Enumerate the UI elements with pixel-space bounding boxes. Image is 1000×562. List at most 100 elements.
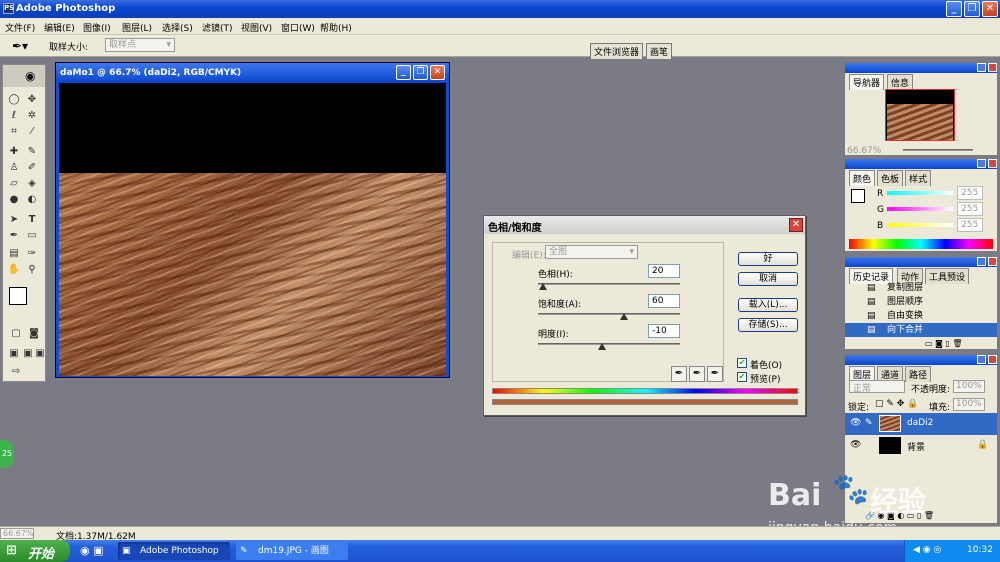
colorize-checkbox[interactable]: ✔	[737, 358, 747, 368]
menu-file[interactable]: 文件(F)	[5, 21, 35, 34]
hue-slider-track[interactable]	[538, 283, 680, 285]
saturation-input[interactable]: 60	[648, 294, 680, 308]
palette-close-button[interactable]	[988, 355, 997, 364]
hue-slider-thumb[interactable]	[539, 283, 547, 290]
minimize-button[interactable]: _	[946, 1, 962, 17]
notes-tool-icon[interactable]: ▤	[7, 247, 21, 261]
tab-navigator[interactable]: 导航器	[849, 74, 885, 90]
eyedropper-icon[interactable]: ✒	[671, 366, 687, 382]
g-slider[interactable]	[887, 207, 953, 211]
path-select-icon[interactable]: ➤	[7, 213, 21, 227]
hue-input[interactable]: 20	[648, 264, 680, 278]
image-canvas[interactable]	[59, 83, 446, 376]
preview-checkbox[interactable]: ✔	[737, 372, 747, 382]
pen-tool-icon[interactable]: ✒	[7, 229, 21, 243]
b-value[interactable]: 255	[957, 218, 983, 232]
status-zoom[interactable]: 66.67%	[0, 528, 34, 539]
zoom-tool-icon[interactable]: ⚲	[25, 263, 39, 277]
quick-launch-icons[interactable]: ◉ ▣	[80, 544, 104, 557]
cancel-button[interactable]: 取消	[738, 272, 798, 286]
history-item-selected[interactable]: ▤ 向下合并	[845, 323, 997, 337]
clone-stamp-icon[interactable]: ♙	[7, 161, 21, 175]
dodge-tool-icon[interactable]: ◐	[25, 193, 39, 207]
lightness-input[interactable]: -10	[648, 324, 680, 338]
palette-minimize-button[interactable]	[977, 355, 986, 364]
ok-button[interactable]: 好	[738, 252, 798, 266]
fill-input[interactable]: 100%	[953, 398, 985, 411]
tab-info[interactable]: 信息	[887, 74, 914, 90]
palette-close-button[interactable]	[988, 63, 997, 72]
tray-icons[interactable]: ◀ ◉ ◎	[913, 545, 941, 555]
history-brush-icon[interactable]: ✐	[25, 161, 39, 175]
eyedropper-plus-icon[interactable]: ✒	[689, 366, 705, 382]
paint-bucket-icon[interactable]: ◈	[25, 177, 39, 191]
history-footer-icons[interactable]: ▭ ◙ ▯ 🗑	[925, 339, 963, 348]
lasso-tool-icon[interactable]: ℓ	[7, 109, 21, 123]
quick-mask-icon[interactable]: ◙	[27, 327, 41, 341]
rectangle-tool-icon[interactable]: ▭	[25, 229, 39, 243]
crop-tool-icon[interactable]: ⌗	[7, 125, 21, 139]
menu-view[interactable]: 视图(V)	[241, 21, 272, 34]
visibility-eye-icon[interactable]: 👁	[850, 440, 861, 450]
lightness-slider-thumb[interactable]	[598, 343, 606, 350]
navigator-zoom-slider[interactable]	[903, 149, 973, 151]
history-item[interactable]: ▤ 图层顺序	[845, 295, 985, 309]
jump-to-imageready-icon[interactable]: ⇨	[9, 365, 23, 379]
sample-size-select[interactable]: 取样点 ▾	[105, 38, 175, 52]
palette-minimize-button[interactable]	[977, 159, 986, 168]
restore-button[interactable]: ❐	[964, 1, 980, 17]
lightness-slider-track[interactable]	[538, 343, 680, 345]
edit-select[interactable]: 全图 ▾	[545, 245, 638, 259]
move-tool-icon[interactable]: ✥	[25, 93, 39, 107]
blur-tool-icon[interactable]: ●	[7, 193, 21, 207]
tab-swatches[interactable]: 色板	[877, 170, 904, 186]
layer-row-background[interactable]: 👁 背景 🔒	[845, 435, 997, 457]
notification-badge[interactable]: 25	[0, 440, 14, 468]
eyedropper-minus-icon[interactable]: ✒	[707, 366, 723, 382]
navigator-zoom[interactable]: 66.67%	[847, 146, 881, 156]
hand-tool-icon[interactable]: ✋	[7, 263, 21, 277]
g-value[interactable]: 255	[957, 202, 983, 216]
screen-mode-3-icon[interactable]: ▣	[33, 347, 47, 361]
layer-row-dadi2[interactable]: 👁 ✎ daDi2	[845, 413, 997, 435]
palette-close-button[interactable]	[988, 159, 997, 168]
color-ramp[interactable]	[849, 239, 993, 249]
load-button[interactable]: 载入(L)...	[738, 298, 798, 312]
lock-icons[interactable]: ▢ ✎ ✥ 🔒	[875, 399, 918, 409]
foreground-swatch[interactable]	[851, 189, 865, 203]
tab-color[interactable]: 颜色	[849, 170, 876, 186]
menu-window[interactable]: 窗口(W)	[281, 21, 315, 34]
menu-image[interactable]: 图像(I)	[83, 21, 111, 34]
tab-paths[interactable]: 路径	[905, 366, 932, 382]
eyedropper-icon[interactable]: ✑	[25, 247, 39, 261]
foreground-color-swatch[interactable]	[9, 287, 27, 305]
menu-edit[interactable]: 编辑(E)	[44, 21, 75, 34]
eraser-tool-icon[interactable]: ▱	[7, 177, 21, 191]
menu-help[interactable]: 帮助(H)	[320, 21, 352, 34]
history-item[interactable]: ▤ 自由变换	[845, 309, 985, 323]
opacity-input[interactable]: 100%	[953, 380, 985, 393]
task-paint[interactable]: ✎ dm19.JPG - 画图	[236, 542, 348, 560]
navigator-preview[interactable]	[885, 89, 955, 141]
menu-select[interactable]: 选择(S)	[162, 21, 193, 34]
brush-tool-icon[interactable]: ✎	[25, 145, 39, 159]
menu-layer[interactable]: 图层(L)	[122, 21, 152, 34]
tab-brushes[interactable]: 画笔	[646, 43, 673, 59]
screen-mode-1-icon[interactable]: ▣	[7, 347, 21, 361]
r-value[interactable]: 255	[957, 186, 983, 200]
start-button[interactable]: ⊞ 开始	[0, 540, 70, 562]
eyedropper-tool-icon[interactable]: ✒▾	[12, 39, 28, 53]
tab-file-browser[interactable]: 文件浏览器	[590, 43, 644, 59]
slice-tool-icon[interactable]: ⁄	[25, 125, 39, 139]
saturation-slider-thumb[interactable]	[620, 313, 628, 320]
blend-mode-select[interactable]: 正常	[849, 380, 905, 394]
doc-minimize-button[interactable]: _	[396, 65, 411, 80]
type-tool-icon[interactable]: T	[25, 213, 39, 227]
r-slider[interactable]	[887, 191, 953, 195]
task-photoshop[interactable]: ▣ Adobe Photoshop	[118, 542, 230, 560]
save-button[interactable]: 存储(S)...	[738, 318, 798, 332]
standard-mode-icon[interactable]: ▢	[9, 327, 23, 341]
magic-wand-icon[interactable]: ✲	[25, 109, 39, 123]
doc-maximize-button[interactable]: ❐	[413, 65, 428, 80]
history-item[interactable]: ▤ 复制图层	[845, 281, 985, 295]
